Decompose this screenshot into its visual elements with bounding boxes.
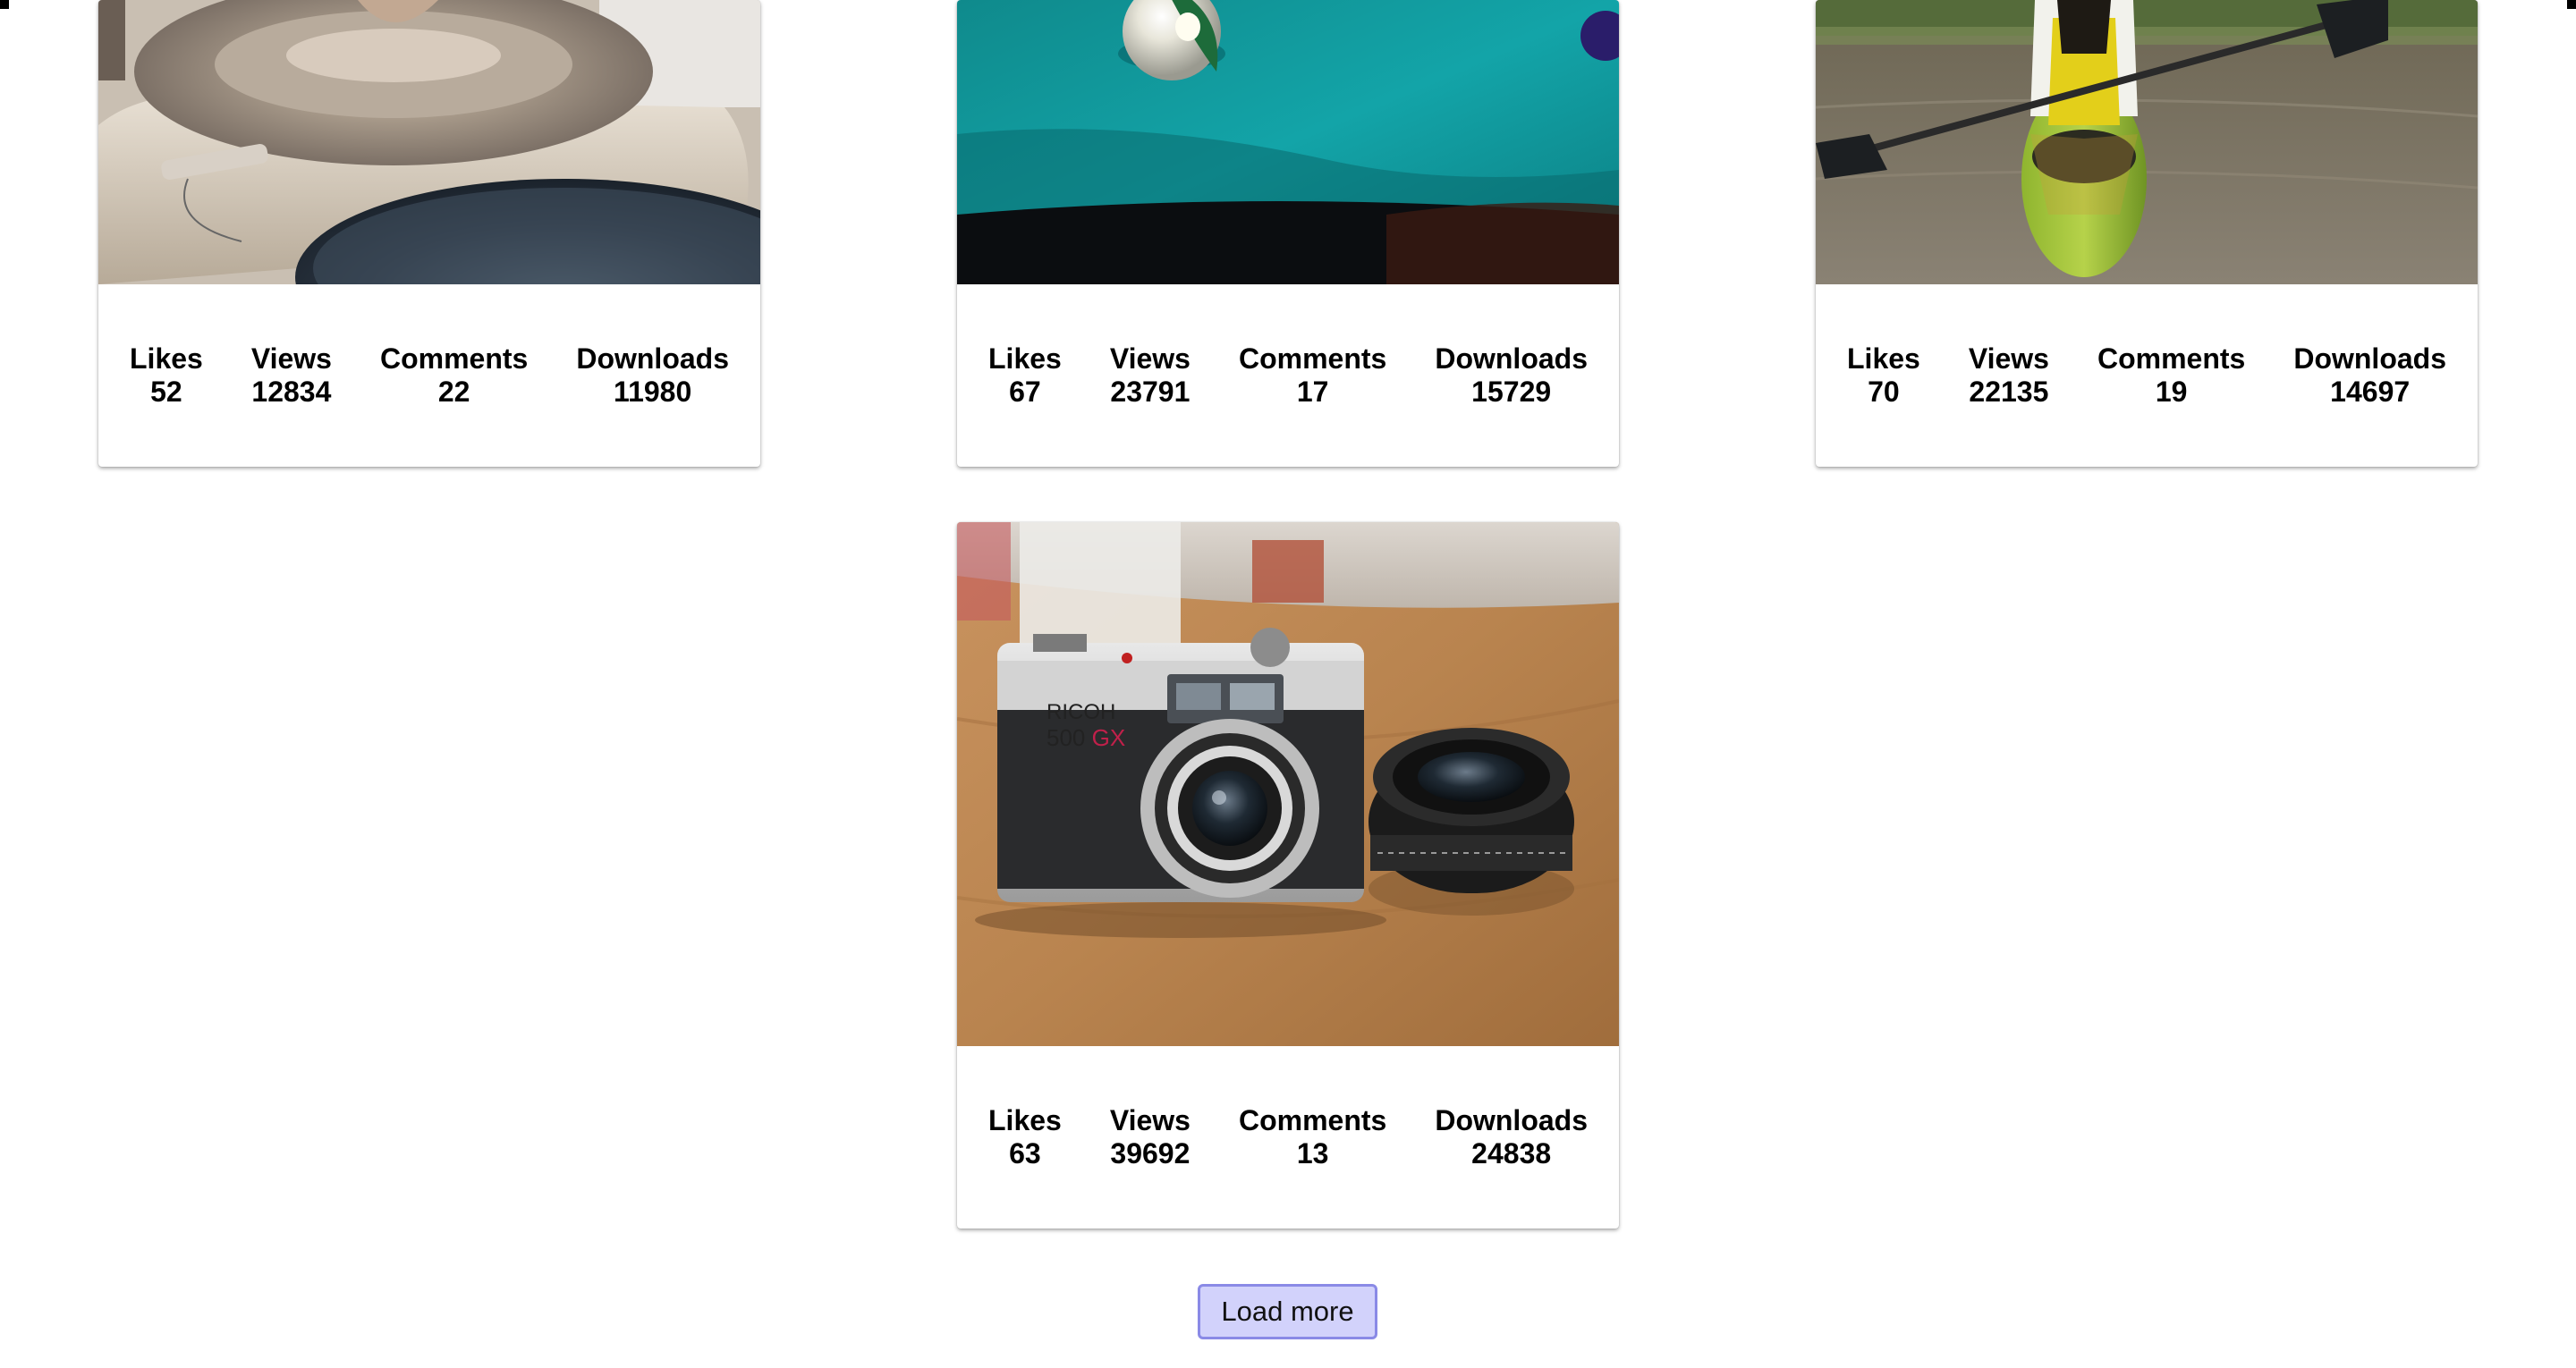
stat-value: 63	[1009, 1137, 1041, 1170]
stat-value: 11980	[614, 376, 692, 408]
stat-label: Views	[1109, 1104, 1191, 1136]
camera-brand-label: RICOH	[1046, 700, 1115, 724]
stat-value: 19	[2155, 376, 2188, 408]
card-image[interactable]: RICOH 500 GX	[957, 522, 1619, 1046]
card-image[interactable]	[1816, 0, 2478, 284]
image-card: RICOH 500 GX Likes 63 Views 39692 Comments…	[957, 522, 1619, 1229]
stat-likes: Likes 70	[1847, 342, 1920, 409]
stat-comments: Comments 13	[1239, 1104, 1386, 1170]
image-card: Likes 70 Views 22135 Comments 19 Downloads 1…	[1816, 0, 2478, 467]
camera-model-label: 500	[1046, 724, 1085, 751]
kayak-photo	[1816, 0, 2478, 284]
stat-label: Downloads	[2293, 342, 2446, 375]
stat-label: Comments	[1238, 1104, 1387, 1136]
svg-text:500 GX: 500 GX	[1046, 724, 1125, 751]
stat-label: Likes	[130, 342, 203, 375]
window-corner	[0, 0, 9, 9]
stat-value: 24838	[1471, 1137, 1552, 1170]
stat-downloads: Downloads 24838	[1435, 1104, 1588, 1170]
stat-views: Views 22135	[1969, 342, 2049, 409]
stat-value: 14697	[2330, 376, 2411, 408]
stat-label: Views	[1109, 342, 1191, 375]
card-stats: Likes 52 Views 12834 Comments 22 Downloads 1…	[98, 284, 760, 467]
stat-value: 22135	[1969, 376, 2049, 408]
stat-views: Views 23791	[1110, 342, 1191, 409]
stat-comments: Comments 17	[1239, 342, 1386, 409]
stat-label: Comments	[379, 342, 529, 375]
camera-photo: RICOH 500 GX	[957, 522, 1619, 1046]
stat-label: Comments	[1238, 342, 1387, 375]
stat-comments: Comments 22	[380, 342, 528, 409]
stat-label: Downloads	[576, 342, 729, 375]
billiards-photo	[957, 0, 1619, 284]
card-image[interactable]	[957, 0, 1619, 284]
stat-value: 23791	[1110, 376, 1191, 408]
stat-downloads: Downloads 11980	[576, 342, 729, 409]
card-stats: Likes 63 Views 39692 Comments 13 Downloads 2…	[957, 1046, 1619, 1229]
window-corner	[2567, 0, 2576, 9]
stat-label: Likes	[988, 1104, 1062, 1136]
stat-value: 39692	[1110, 1137, 1191, 1170]
stat-value: 52	[150, 376, 182, 408]
stat-likes: Likes 63	[988, 1104, 1062, 1170]
card-stats: Likes 67 Views 23791 Comments 17 Downloads 1…	[957, 284, 1619, 467]
stat-value: 15729	[1471, 376, 1552, 408]
stat-value: 22	[437, 376, 470, 408]
stat-downloads: Downloads 14697	[2293, 342, 2446, 409]
stat-likes: Likes 67	[988, 342, 1062, 409]
stat-downloads: Downloads 15729	[1435, 342, 1588, 409]
stat-views: Views 12834	[251, 342, 332, 409]
stat-views: Views 39692	[1110, 1104, 1191, 1170]
pottery-photo	[98, 0, 760, 284]
load-more-button[interactable]: Load more	[1198, 1284, 1377, 1339]
stat-label: Views	[250, 342, 332, 375]
stat-value: 13	[1296, 1137, 1329, 1170]
stat-value: 17	[1296, 376, 1329, 408]
stat-label: Likes	[1847, 342, 1920, 375]
stat-label: Comments	[2097, 342, 2246, 375]
camera-model-suffix-label: GX	[1092, 724, 1126, 751]
stat-label: Views	[1968, 342, 2049, 375]
stat-likes: Likes 52	[130, 342, 203, 409]
card-image[interactable]	[98, 0, 760, 284]
stat-value: 67	[1009, 376, 1041, 408]
image-card: Likes 67 Views 23791 Comments 17 Downloads 1…	[957, 0, 1619, 467]
stat-label: Downloads	[1435, 342, 1588, 375]
stat-value: 70	[1868, 376, 1900, 408]
stat-label: Downloads	[1435, 1104, 1588, 1136]
stat-comments: Comments 19	[2097, 342, 2245, 409]
stat-value: 12834	[251, 376, 332, 408]
stat-label: Likes	[988, 342, 1062, 375]
image-card: Likes 52 Views 12834 Comments 22 Downloads 1…	[98, 0, 760, 467]
card-stats: Likes 70 Views 22135 Comments 19 Downloads 1…	[1816, 284, 2478, 467]
